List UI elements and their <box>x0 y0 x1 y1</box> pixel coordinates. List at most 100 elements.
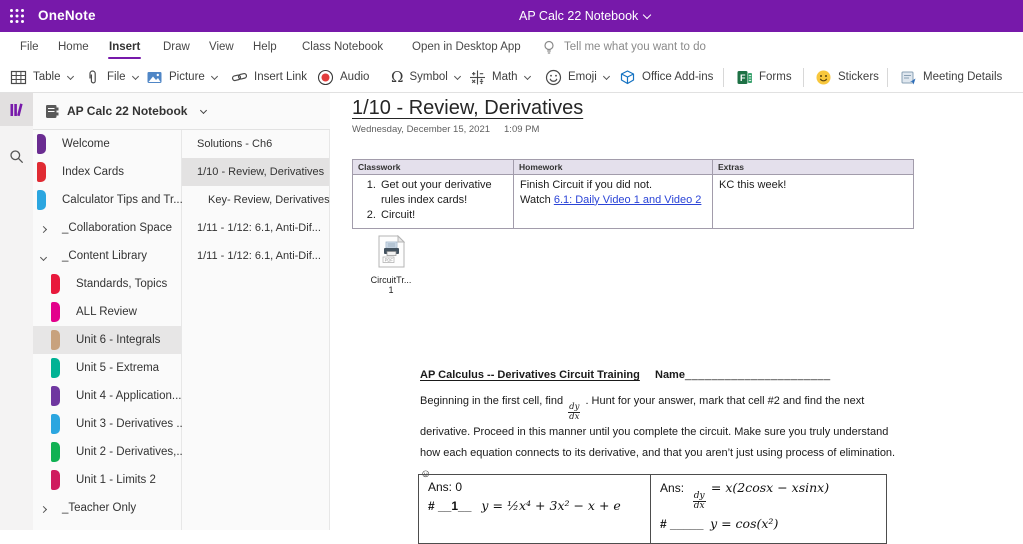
search-button[interactable] <box>0 140 33 173</box>
app-title[interactable]: OneNote <box>38 0 96 32</box>
lightbulb-icon <box>542 40 556 55</box>
insert-link-button[interactable]: Insert Link <box>231 62 307 92</box>
classwork-item: Get out your derivative rules index card… <box>379 178 507 208</box>
stickers-button[interactable]: Stickers <box>815 62 879 92</box>
section-item-unit-5-extrema[interactable]: Unit 5 - Extrema <box>33 354 181 382</box>
tab-draw[interactable]: Draw <box>163 32 190 62</box>
emoji-button[interactable]: Emoji <box>545 62 609 92</box>
page-item-key-review-derivatives[interactable]: Key- Review, Derivatives <box>182 186 329 214</box>
tab-view[interactable]: View <box>209 32 234 62</box>
section-color-tab <box>51 302 60 322</box>
forms-button[interactable]: F Forms <box>736 62 792 92</box>
menu-bar: File Home Insert Draw View Help Class No… <box>0 32 1023 62</box>
ribbon-divider <box>887 68 888 87</box>
audio-button[interactable]: Audio <box>317 62 369 92</box>
section-color-tab <box>37 162 46 182</box>
section-group-content-library[interactable]: _Content Library <box>33 242 181 270</box>
chevron-right-icon[interactable] <box>41 499 46 517</box>
notebook-dropdown[interactable]: AP Calc 22 Notebook <box>33 93 330 130</box>
insert-file-button[interactable]: File <box>84 62 138 92</box>
office-addins-button[interactable]: Office Add-ins <box>619 62 713 92</box>
section-item-unit-1-limits[interactable]: Unit 1 - Limits 2 <box>33 466 181 494</box>
picture-button[interactable]: Picture <box>146 62 217 92</box>
homework-line: Finish Circuit if you did not. <box>520 178 706 193</box>
chevron-down-icon[interactable] <box>41 247 46 265</box>
section-item-all-review[interactable]: ALL Review <box>33 298 181 326</box>
dy-dx-fraction: dydx <box>693 492 706 512</box>
section-item-unit-4-application[interactable]: Unit 4 - Application... <box>33 382 181 410</box>
circuit-table: Ans: 0 # __1__ y = ½x⁴ + 3x² − x + e Ans… <box>418 474 887 544</box>
page-title[interactable]: 1/10 - Review, Derivatives <box>352 97 583 120</box>
homework-cell: Finish Circuit if you did not. Watch 6.1… <box>514 175 713 229</box>
notebook-icon <box>45 104 59 119</box>
answer-line: Ans: 0 <box>428 480 641 494</box>
left-rail <box>0 93 33 530</box>
tell-me-search[interactable]: Tell me what you want to do <box>564 32 706 62</box>
tab-insert[interactable]: Insert <box>109 32 140 62</box>
section-item-index-cards[interactable]: Index Cards <box>33 158 181 186</box>
notebook-switcher[interactable]: AP Calc 22 Notebook <box>519 0 650 32</box>
page-canvas: 1/10 - Review, Derivatives Wednesday, De… <box>330 93 1023 530</box>
pages-list: Solutions - Ch6 1/10 - Review, Derivativ… <box>182 130 330 530</box>
record-icon <box>317 69 334 86</box>
section-color-tab <box>51 470 60 490</box>
column-header-classwork: Classwork <box>353 160 514 175</box>
link-icon <box>231 69 248 86</box>
column-header-homework: Homework <box>514 160 713 175</box>
homework-line: Watch 6.1: Daily Video 1 and Video 2 <box>520 193 706 208</box>
extras-cell: KC this week! <box>713 175 914 229</box>
classwork-cell: Get out your derivative rules index card… <box>353 175 514 229</box>
equation-line: # __1__ y = ½x⁴ + 3x² − x + e <box>428 498 641 513</box>
tab-home[interactable]: Home <box>58 32 89 62</box>
omega-icon: Ω <box>391 68 403 86</box>
picture-icon <box>146 69 163 86</box>
page-time: 1:09 PM <box>504 124 539 135</box>
section-item-calculator-tips[interactable]: Calculator Tips and Tr... <box>33 186 181 214</box>
open-in-desktop-app-button[interactable]: Open in Desktop App <box>412 32 521 62</box>
pdf-attachment-icon[interactable]: PDF <box>378 235 405 268</box>
page-item-review-derivatives[interactable]: 1/10 - Review, Derivatives <box>182 158 329 186</box>
section-item-unit-6-integrals[interactable]: Unit 6 - Integrals <box>33 326 181 354</box>
attachment-name-line2: 1 <box>361 285 421 295</box>
section-group-teacher-only[interactable]: _Teacher Only <box>33 494 181 522</box>
tab-class-notebook[interactable]: Class Notebook <box>302 32 383 62</box>
section-item-unit-2-derivatives[interactable]: Unit 2 - Derivatives,... <box>33 438 181 466</box>
app-launcher-icon[interactable] <box>9 8 25 24</box>
ribbon-toolbar: Table File Picture Insert Link Audio <box>0 62 1023 93</box>
section-item-welcome[interactable]: Welcome <box>33 130 181 158</box>
addin-icon <box>619 69 636 86</box>
smiley-icon <box>545 69 562 86</box>
section-item-standards-topics[interactable]: Standards, Topics <box>33 270 181 298</box>
section-color-tab <box>51 358 60 378</box>
paperclip-icon <box>84 69 101 86</box>
chevron-down-icon <box>66 72 73 79</box>
page-item-solutions-ch6[interactable]: Solutions - Ch6 <box>182 130 329 158</box>
column-header-extras: Extras <box>713 160 914 175</box>
notebooks-pane-toggle[interactable] <box>0 93 33 126</box>
video-link[interactable]: 6.1: Daily Video 1 and Video 2 <box>554 194 702 206</box>
document-heading: AP Calculus -- Derivatives Circuit Train… <box>420 369 640 381</box>
classwork-item: Circuit! <box>379 208 507 223</box>
tab-file[interactable]: File <box>20 32 39 62</box>
circuit-cell-1: Ans: 0 # __1__ y = ½x⁴ + 3x² − x + e <box>419 475 651 543</box>
chevron-down-icon <box>643 11 651 19</box>
page-item-anti-dif-1[interactable]: 1/11 - 1/12: 6.1, Anti-Dif... <box>182 214 329 242</box>
page-item-anti-dif-2[interactable]: 1/11 - 1/12: 6.1, Anti-Dif... <box>182 242 329 270</box>
chevron-down-icon <box>454 72 461 79</box>
attachment-name: CircuitTr... <box>361 275 421 285</box>
meeting-details-button[interactable]: Meeting Details <box>900 62 1002 92</box>
circuit-cell-2: Ans: dydx = x(2cosx − xsinx) # _____ y =… <box>651 475 886 543</box>
table-icon <box>10 69 27 86</box>
equation-line: # _____ y = cos(x²) <box>660 516 877 531</box>
section-color-tab <box>51 442 60 462</box>
sections-list: Welcome Index Cards Calculator Tips and … <box>33 130 182 530</box>
dy-dx-fraction: dydx <box>568 403 580 422</box>
chevron-down-icon <box>524 72 531 79</box>
symbol-button[interactable]: Ω Symbol <box>391 62 460 92</box>
table-button[interactable]: Table <box>10 62 73 92</box>
section-group-collaboration-space[interactable]: _Collaboration Space <box>33 214 181 242</box>
section-item-unit-3-derivatives[interactable]: Unit 3 - Derivatives ... <box>33 410 181 438</box>
tab-help[interactable]: Help <box>253 32 277 62</box>
chevron-right-icon[interactable] <box>41 219 46 237</box>
math-button[interactable]: Math <box>469 62 530 92</box>
